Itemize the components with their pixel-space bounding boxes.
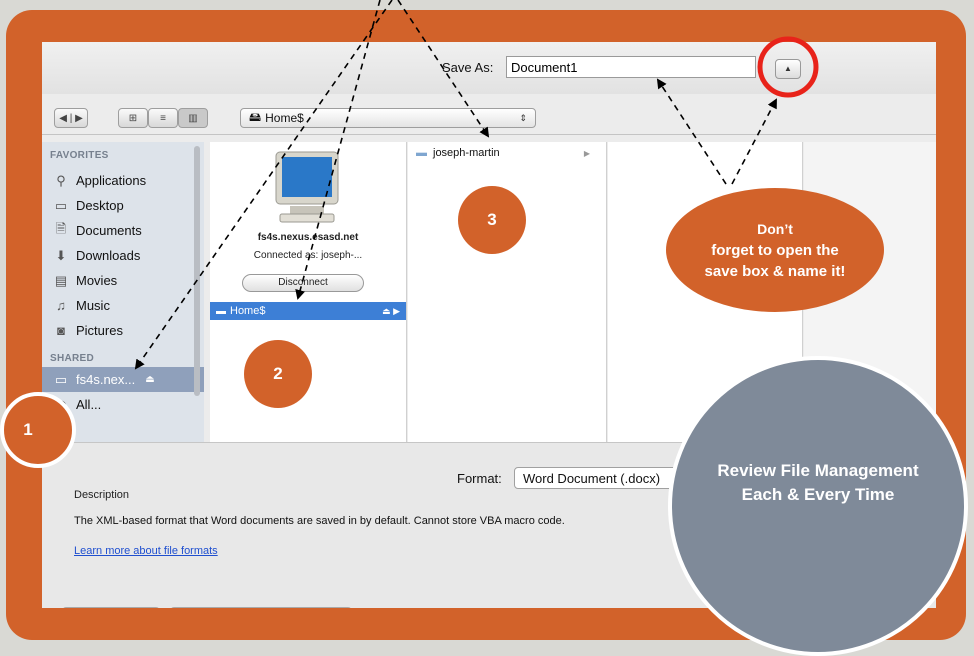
shared-header: SHARED [50,353,95,364]
applications-icon: ⚲ [56,172,66,188]
sidebar-item-label: Pictures [76,323,123,338]
options-button[interactable] [62,607,160,608]
browser-column-server: fs4s.nexus.esasd.net Connected as: josep… [210,142,407,442]
folder-label: joseph-martin [433,147,500,159]
back-forward-buttons[interactable]: ◀ | ▶ [54,108,88,128]
columns-icon: ▥ [188,112,198,124]
popup-arrows-icon: ⇕ [519,112,527,123]
grid-icon: ⊞ [128,112,138,124]
expand-dialog-button[interactable]: ▲ [775,59,801,79]
sidebar-scrollbar[interactable] [194,146,200,396]
learn-more-link[interactable]: Learn more about file formats [74,545,218,557]
chevron-right-icon: ▶ [583,148,590,158]
sidebar-item-label: Downloads [76,248,141,263]
review-callout: Review File Management Each & Every Time [668,356,968,656]
folder-icon: ▬ [416,147,427,159]
forward-icon[interactable]: ▶ [75,113,83,124]
sidebar-item-label: Documents [76,223,142,238]
description-label: Description [74,489,130,501]
folder-item-joseph-martin[interactable]: ▬ joseph-martin ▶ [412,144,602,162]
sidebar-item-movies[interactable]: ▤ Movies [42,268,204,293]
icon-view-button[interactable]: ⊞ [118,108,148,128]
compatibility-button[interactable] [170,607,352,608]
save-as-row: Save As: ▲ [42,42,936,94]
server-icon: ▭ [54,371,68,387]
list-icon: ≡ [160,112,166,124]
step-2-marker: 2 [244,340,312,408]
description-text: The XML-based format that Word documents… [74,515,565,527]
disconnect-button[interactable]: Disconnect [242,274,364,292]
review-line: Each & Every Time [741,485,895,504]
sidebar: FAVORITES ⚲ Applications ▭ Desktop 🗎 Docume… [42,142,204,442]
sidebar-item-music[interactable]: ♫ Music [42,293,204,318]
drive-icon: 🖴 [249,109,262,124]
reminder-callout: Don’t forget to open the save box & name… [666,188,884,312]
movies-icon: ▤ [54,272,68,288]
sidebar-item-label: Movies [76,273,118,288]
sidebar-item-downloads[interactable]: ⬇ Downloads [42,243,204,268]
sidebar-item-label: Desktop [76,198,124,213]
save-as-input[interactable] [506,56,756,78]
column-view-button[interactable]: ▥ [178,108,208,128]
step-1-marker: 1 [0,392,76,468]
callout-line: forget to open the [711,241,839,259]
callout-line: save box & name it! [704,262,846,280]
sidebar-item-pictures[interactable]: ◙ Pictures [42,318,204,343]
location-label: Home$ [265,111,304,125]
sidebar-item-desktop[interactable]: ▭ Desktop [42,193,204,218]
sidebar-item-label: Music [76,298,110,313]
list-view-button[interactable]: ≡ [148,108,178,128]
callout-line: Don’t [757,220,793,237]
pictures-icon: ◙ [57,323,65,338]
monitor-icon [275,151,339,223]
save-as-label: Save As: [442,60,494,75]
format-label: Format: [457,471,502,486]
downloads-icon: ⬇ [55,247,67,263]
step-3-marker: 3 [458,186,526,254]
sidebar-item-applications[interactable]: ⚲ Applications [42,168,204,193]
connection-status: Connected as: joseph-... [253,250,363,261]
sidebar-item-documents[interactable]: 🗎 Documents [42,218,204,243]
eject-arrow-icon: ⏏ ▶ [382,305,400,316]
sidebar-item-label: Applications [76,173,147,188]
triangle-up-icon: ▲ [784,64,792,73]
sidebar-item-label: All... [76,397,102,412]
browser-column-home: ▬ joseph-martin ▶ [408,142,607,442]
toolbar: ◀ | ▶ ⊞ ≡ ▥ 🖴 Home$ ⇕ [42,102,936,135]
server-name: fs4s.nexus.esasd.net [257,232,359,243]
folder-icon: ▬ [216,305,226,317]
home-folder-label: Home$ [230,305,266,317]
format-select[interactable]: Word Document (.docx) [514,467,684,489]
desktop-icon: ▭ [54,197,68,213]
home-folder-item[interactable]: ▬ Home$ ⏏ ▶ [210,302,406,320]
documents-icon: 🗎 [55,220,67,236]
location-popup[interactable]: 🖴 Home$ ⇕ [240,108,536,128]
favorites-header: FAVORITES [50,150,109,161]
music-icon: ♫ [56,298,66,313]
back-icon[interactable]: ◀ [59,113,67,124]
review-line: Review File Management [717,461,919,480]
sidebar-item-label: fs4s.nex... [76,372,136,387]
eject-icon[interactable]: ⏏ [145,374,154,385]
sidebar-item-server[interactable]: ▭ fs4s.nex... ⏏ [42,367,204,392]
